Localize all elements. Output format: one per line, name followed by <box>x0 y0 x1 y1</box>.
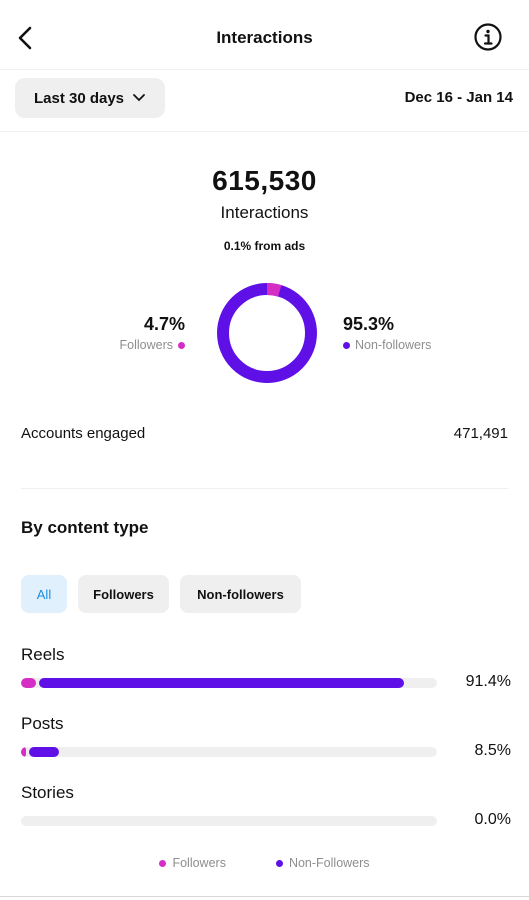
legend-nonfollowers: Non-Followers <box>275 856 370 870</box>
row-bar-track <box>21 678 437 688</box>
row-bar-track <box>21 816 437 826</box>
legend-followers-label: Followers <box>172 856 226 870</box>
row-label: Stories <box>21 783 74 802</box>
content-row-stories: Stories 0.0% <box>21 783 511 843</box>
followers-dot-icon <box>178 341 185 349</box>
bar-followers-segment <box>21 678 36 688</box>
bar-followers-segment <box>21 747 26 757</box>
followers-donut-chart <box>217 283 317 383</box>
followers-label: Followers <box>119 338 174 352</box>
bar-nonfollowers-segment <box>28 747 60 757</box>
followers-share: 4.7% Followers <box>119 314 185 352</box>
accounts-engaged-value: 471,491 <box>453 425 508 442</box>
date-range-label: Last 30 days <box>33 89 125 107</box>
nonfollowers-share: 95.3% Non-followers <box>343 314 431 352</box>
row-label: Reels <box>21 645 65 664</box>
bar-nonfollowers-segment <box>38 678 405 688</box>
ads-note: 0.1% from ads <box>223 239 306 253</box>
chevron-down-icon <box>133 94 145 102</box>
info-icon[interactable] <box>473 22 503 52</box>
chart-legend: Followers Non-Followers <box>0 856 529 870</box>
row-bar-track <box>21 747 437 757</box>
legend-followers-dot-icon <box>159 859 167 867</box>
donut-nonfollowers-arc <box>217 283 317 383</box>
nonfollowers-dot-icon <box>343 341 350 349</box>
date-range-dates: Dec 16 - Jan 14 <box>404 89 513 106</box>
content-row-reels: Reels 91.4% <box>21 645 511 705</box>
total-interactions-label: Interactions <box>220 203 309 222</box>
row-label: Posts <box>21 714 64 733</box>
total-interactions: 615,530 <box>212 165 317 196</box>
nonfollowers-label: Non-followers <box>355 338 432 352</box>
legend-followers: Followers <box>159 856 226 870</box>
filter-chips: All Followers Non-followers <box>21 575 301 613</box>
accounts-engaged-label: Accounts engaged <box>21 425 146 442</box>
page-title: Interactions <box>216 28 313 47</box>
content-row-posts: Posts 8.5% <box>21 714 511 774</box>
bottom-divider <box>0 896 529 897</box>
content-type-title: By content type <box>21 518 149 537</box>
chip-nonfollowers[interactable]: Non-followers <box>180 575 301 613</box>
legend-nonfollowers-dot-icon <box>275 859 283 867</box>
divider <box>21 488 508 489</box>
row-pct: 0.0% <box>474 811 511 828</box>
date-range-bar: Last 30 days Dec 16 - Jan 14 <box>0 70 529 132</box>
followers-pct: 4.7% <box>143 314 185 334</box>
chip-all[interactable]: All <box>21 575 67 613</box>
chip-followers[interactable]: Followers <box>78 575 169 613</box>
top-bar: Interactions <box>0 0 529 70</box>
row-pct: 8.5% <box>474 742 511 759</box>
date-range-dropdown[interactable]: Last 30 days <box>15 78 165 118</box>
row-pct: 91.4% <box>465 673 511 690</box>
legend-nonfollowers-label: Non-Followers <box>288 856 370 870</box>
nonfollowers-pct: 95.3% <box>343 314 395 334</box>
